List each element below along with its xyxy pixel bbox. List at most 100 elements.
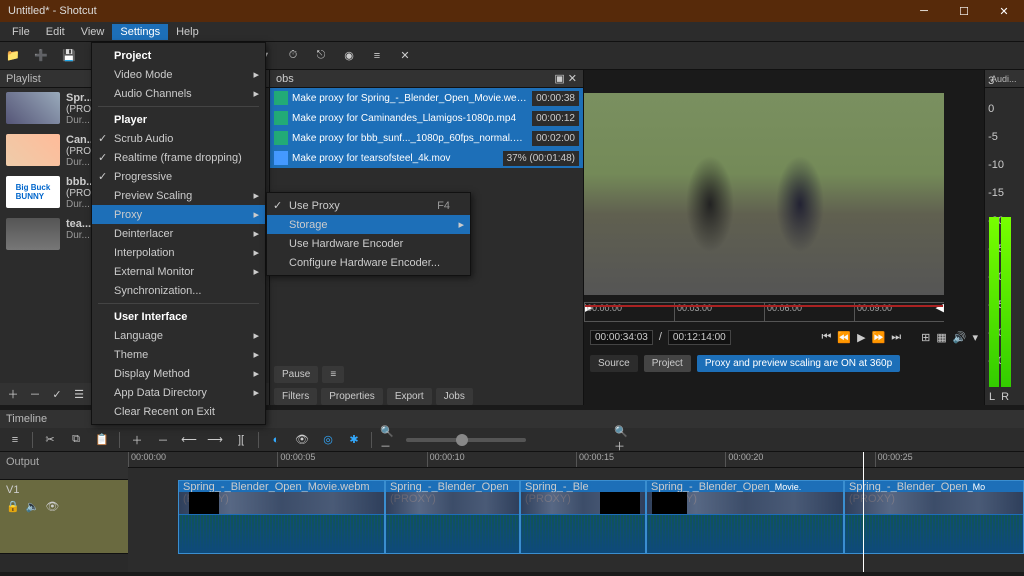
menu-scrub-audio[interactable]: ✓Scrub Audio xyxy=(92,129,265,148)
marker-icon[interactable]: ⎋ xyxy=(312,47,330,65)
open-icon[interactable]: 📁 xyxy=(4,47,22,65)
menu-configure-hw[interactable]: Configure Hardware Encoder... xyxy=(267,253,470,272)
timecode-current[interactable]: 00:00:34:03 xyxy=(590,330,653,345)
stack-icon[interactable]: ≡ xyxy=(368,47,386,65)
tab-export[interactable]: Export xyxy=(387,388,432,405)
volume-icon[interactable]: 🔊 xyxy=(953,331,967,344)
snap-icon[interactable]: ◐ xyxy=(267,431,285,449)
copy-icon[interactable]: ⧉ xyxy=(67,431,85,449)
play-icon[interactable]: ▶ xyxy=(857,331,865,344)
track-output[interactable]: Output xyxy=(0,452,128,480)
menu-audio-channels[interactable]: Audio Channels▸ xyxy=(92,84,265,103)
timeline-ruler[interactable]: 00:00:00 00:00:05 00:00:10 00:00:15 00:0… xyxy=(128,452,1024,468)
minimize-button[interactable]: ─ xyxy=(904,0,944,22)
timeline-clip[interactable]: Spring_-_Blender_Open_Mo(PROXY) xyxy=(844,480,1024,554)
menu-language[interactable]: Language▸ xyxy=(92,326,265,345)
window-title: Untitled* - Shotcut xyxy=(8,5,904,17)
skip-start-icon[interactable]: ⏮ xyxy=(821,331,831,344)
menu-video-mode[interactable]: Video Mode▸ xyxy=(92,65,265,84)
tab-source[interactable]: Source xyxy=(590,355,638,372)
tl-menu-icon[interactable]: ≡ xyxy=(6,431,24,449)
timeline-clip[interactable]: Spring_-_Blender_Open_Movie.(PROXY) xyxy=(646,480,844,554)
remove-icon[interactable]: － xyxy=(154,431,172,449)
lift-icon[interactable]: ⟵ xyxy=(180,431,198,449)
menu-realtime[interactable]: ✓Realtime (frame dropping) xyxy=(92,148,265,167)
menu-use-proxy[interactable]: ✓Use ProxyF4 xyxy=(267,196,470,215)
up-icon[interactable]: ☰ xyxy=(70,388,88,401)
menu-button[interactable]: ≡ xyxy=(322,366,344,383)
check-icon xyxy=(274,91,288,105)
menu-theme[interactable]: Theme▸ xyxy=(92,345,265,364)
zoom-out-icon[interactable]: 🔍－ xyxy=(380,431,398,449)
fastfwd-icon[interactable]: ⏩ xyxy=(872,331,886,344)
playhead[interactable] xyxy=(863,452,864,572)
tab-project[interactable]: Project xyxy=(644,355,691,372)
save-icon[interactable]: 💾 xyxy=(60,47,78,65)
menu-file[interactable]: File xyxy=(4,24,38,40)
grid-icon[interactable]: ▦ xyxy=(936,331,946,344)
timeline-clip[interactable]: Spring_-_Blender_Open(PROXY) xyxy=(385,480,520,554)
tab-filters[interactable]: Filters xyxy=(274,388,317,405)
menu-app-data[interactable]: App Data Directory▸ xyxy=(92,383,265,402)
preview-ruler[interactable]: ▶ 00:00:0000:03:0000:06:0000:09:00 ◀ xyxy=(584,302,944,322)
menu-view[interactable]: View xyxy=(73,24,113,40)
pause-button[interactable]: Pause xyxy=(274,366,318,383)
track-v1[interactable]: V1 🔒🔈👁 xyxy=(0,480,128,554)
tab-jobs[interactable]: Jobs xyxy=(436,388,473,405)
scrub-icon[interactable]: 👁 xyxy=(293,431,311,449)
menu-storage[interactable]: Storage▸ xyxy=(267,215,470,234)
menu-clear-recent[interactable]: Clear Recent on Exit xyxy=(92,402,265,421)
menu-preview-scaling[interactable]: Preview Scaling▸ xyxy=(92,186,265,205)
tab-properties[interactable]: Properties xyxy=(321,388,383,405)
bottom-tabs: Filters Properties Export Jobs xyxy=(270,385,477,407)
lock-icon[interactable]: 🔒 xyxy=(6,500,20,513)
timeline-clip[interactable]: Spring_-_Ble(PROXY) xyxy=(520,480,646,554)
out-marker-icon[interactable]: ◀ xyxy=(936,301,944,314)
remove-icon[interactable]: － xyxy=(26,386,44,402)
record-icon[interactable]: ◉ xyxy=(340,47,358,65)
append-icon[interactable]: ➕ xyxy=(32,47,50,65)
append-icon[interactable]: ＋ xyxy=(128,431,146,449)
proxy-notice[interactable]: Proxy and preview scaling are ON at 360p xyxy=(697,355,900,372)
skip-end-icon[interactable]: ⏭ xyxy=(891,331,901,344)
zoom-slider[interactable] xyxy=(406,438,526,442)
menu-deinterlacer[interactable]: Deinterlacer▸ xyxy=(92,224,265,243)
job-row[interactable]: Make proxy for Spring_-_Blender_Open_Mov… xyxy=(270,88,583,108)
fullscreen-icon[interactable]: ▾ xyxy=(972,331,978,344)
ripple-icon[interactable]: ◎ xyxy=(319,431,337,449)
menu-synchronization[interactable]: Synchronization... xyxy=(92,281,265,300)
titlebar: Untitled* - Shotcut ─ ☐ ✕ xyxy=(0,0,1024,22)
thumbnail xyxy=(6,92,60,124)
mute-icon[interactable]: 🔈 xyxy=(26,500,40,513)
split-icon[interactable]: ][ xyxy=(232,431,250,449)
zoom-fit-icon[interactable]: ⊞ xyxy=(921,331,930,344)
paste-icon[interactable]: 📋 xyxy=(93,431,111,449)
rewind-icon[interactable]: ⏪ xyxy=(837,331,851,344)
maximize-button[interactable]: ☐ xyxy=(944,0,984,22)
job-row[interactable]: Make proxy for bbb_sunf..._1080p_60fps_n… xyxy=(270,128,583,148)
job-row[interactable]: Make proxy for tearsofsteel_4k.mov37% (0… xyxy=(270,148,583,168)
close-button[interactable]: ✕ xyxy=(984,0,1024,22)
menu-help[interactable]: Help xyxy=(168,24,207,40)
timeline-clip[interactable]: Spring_-_Blender_Open_Movie.webm(PROXY) xyxy=(178,480,385,554)
cut-icon[interactable]: ✂ xyxy=(41,431,59,449)
check-icon[interactable]: ✓ xyxy=(48,388,66,401)
expand-icon[interactable]: ✕ xyxy=(396,47,414,65)
menu-external-monitor[interactable]: External Monitor▸ xyxy=(92,262,265,281)
menu-proxy[interactable]: Proxy▸ xyxy=(92,205,265,224)
video-preview[interactable] xyxy=(584,93,944,295)
zoom-in-icon[interactable]: 🔍＋ xyxy=(614,431,632,449)
add-icon[interactable]: ＋ xyxy=(4,386,22,402)
menu-use-hw-encoder[interactable]: Use Hardware Encoder xyxy=(267,234,470,253)
menu-display-method[interactable]: Display Method▸ xyxy=(92,364,265,383)
ripple-all-icon[interactable]: ✱ xyxy=(345,431,363,449)
overwrite-icon[interactable]: ⟶ xyxy=(206,431,224,449)
menu-settings[interactable]: Settings xyxy=(112,24,168,40)
timer-icon[interactable]: ⏱ xyxy=(284,47,302,65)
menu-progressive[interactable]: ✓Progressive xyxy=(92,167,265,186)
hide-icon[interactable]: 👁 xyxy=(45,500,59,513)
jobs-footer: Pause ≡ xyxy=(270,363,348,385)
job-row[interactable]: Make proxy for Caminandes_Llamigos-1080p… xyxy=(270,108,583,128)
menu-edit[interactable]: Edit xyxy=(38,24,73,40)
menu-interpolation[interactable]: Interpolation▸ xyxy=(92,243,265,262)
